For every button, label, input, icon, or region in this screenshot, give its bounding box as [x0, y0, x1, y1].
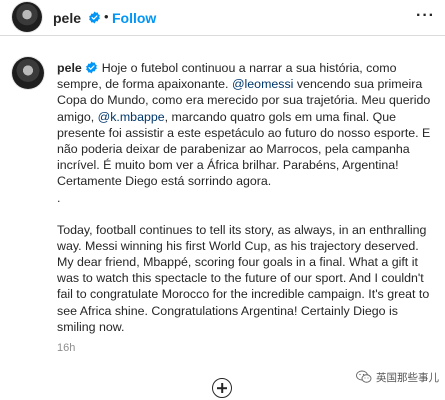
- mention-leomessi[interactable]: @leomessi: [232, 77, 293, 91]
- header-separator: •: [104, 9, 109, 24]
- watermark: 英国那些事儿: [356, 368, 439, 386]
- post-avatar[interactable]: [12, 57, 44, 89]
- watermark-text: 英国那些事儿: [376, 371, 439, 384]
- caption-username[interactable]: pele: [57, 61, 82, 75]
- caption-english: Today, football continues to tell its st…: [57, 222, 430, 334]
- caption-separator-dot: .: [57, 190, 61, 205]
- caption-portuguese: pele Hoje o futebol continuou a narrar a…: [57, 60, 437, 190]
- post-header: pele • Follow ···: [0, 0, 445, 36]
- verified-badge-icon: [89, 11, 100, 24]
- more-options-icon[interactable]: ···: [416, 7, 435, 25]
- header-avatar[interactable]: [12, 2, 42, 32]
- post-timestamp[interactable]: 16h: [57, 342, 75, 354]
- mention-kmbappe[interactable]: @k.mbappe: [98, 110, 165, 124]
- follow-button[interactable]: Follow: [112, 10, 156, 26]
- wechat-logo-icon: [356, 370, 372, 383]
- add-circle-icon[interactable]: [212, 378, 232, 398]
- post-caption: pele Hoje o futebol continuou a narrar a…: [57, 60, 437, 335]
- header-username[interactable]: pele: [53, 10, 81, 26]
- caption-verified-icon: [86, 61, 98, 74]
